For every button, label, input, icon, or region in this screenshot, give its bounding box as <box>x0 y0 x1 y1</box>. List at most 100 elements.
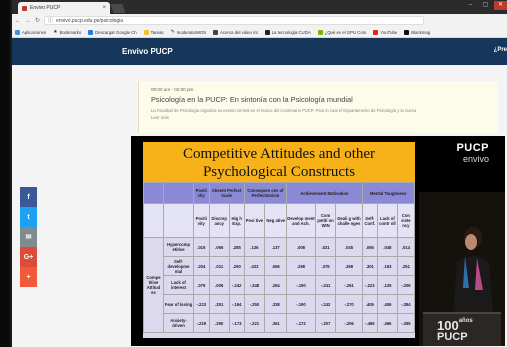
table-cell: .204 <box>193 256 210 276</box>
table-cell: -.206 <box>396 275 415 295</box>
bookmark-favicon-icon <box>404 29 410 35</box>
table-cell: .298 <box>335 256 363 276</box>
event-card: 09:00 am - 02:00 pm Psicología en la PUC… <box>138 81 498 133</box>
table-cell: .015 <box>193 237 210 257</box>
browser-toolbar: ← → ↻ ⓘ envivo.pucp.edu.pe/psicologia <box>12 14 507 27</box>
pucp-envivo-logo: PUCP envivo <box>456 142 489 164</box>
site-brand[interactable]: Envivo PUCP <box>122 47 173 56</box>
forward-icon[interactable]: → <box>25 18 31 24</box>
header-nav-link[interactable]: ¿Pre <box>494 47 507 53</box>
table-cell: .361 <box>264 313 288 333</box>
read-more-link[interactable]: Leer más <box>151 115 169 120</box>
table-cell: .048 <box>377 237 398 257</box>
table-row: Lack of interest .079 .006 -.242 -.348 .… <box>144 275 415 295</box>
sub-header: Com petiti on WIN <box>314 203 337 238</box>
url-text: envivo.pucp.edu.pe/psicologia <box>56 17 124 24</box>
group-header: Mental Toughness <box>361 182 415 204</box>
googleplus-share-button[interactable]: G+ <box>20 247 37 267</box>
bookmark-favicon-icon <box>213 29 219 35</box>
maximize-icon[interactable]: ▢ <box>479 1 492 10</box>
reload-icon[interactable]: ↻ <box>35 17 40 24</box>
tab-close-icon[interactable]: × <box>102 5 106 11</box>
new-tab-button[interactable] <box>110 4 126 13</box>
table-cell: -.384 <box>396 294 415 314</box>
sub-header: Positi vity <box>193 203 210 238</box>
minimize-icon[interactable]: – <box>464 1 477 10</box>
bookmark-item[interactable]: Aplicaciones <box>15 29 46 35</box>
close-window-icon[interactable]: ✕ <box>494 1 507 10</box>
star-icon: ★ <box>53 29 58 35</box>
sub-header: Self- Conf. <box>361 203 379 238</box>
table-cell: -.223 <box>193 294 210 314</box>
bookmark-item[interactable]: ★ Bookmarks <box>53 29 81 35</box>
table-cell: .014 <box>396 237 415 257</box>
bookmark-item[interactable]: Blackmag <box>404 29 430 35</box>
twitter-share-button[interactable]: t <box>20 207 37 227</box>
bookmark-item[interactable]: ✎ moderatorMOS <box>171 29 207 35</box>
presentation-slide: Competitive Attitudes and other Psycholo… <box>143 142 415 338</box>
sub-header: Lack of contr oll <box>377 203 398 238</box>
bookmark-item[interactable]: Acerca del video int <box>213 29 258 35</box>
table-cell: .298 <box>286 256 316 276</box>
bookmark-item[interactable]: YouTube <box>373 29 397 35</box>
sub-header: Con siste ncy <box>396 203 415 238</box>
site-favicon-icon <box>22 5 27 11</box>
speaker-camera-view: 100años PUCP <box>419 192 505 346</box>
browser-window: Envivo PUCP × – ▢ ✕ ← → ↻ ⓘ envivo.pucp.… <box>10 0 507 347</box>
group-header: Achievement Motivation <box>286 182 363 204</box>
table-cell: .065 <box>361 237 379 257</box>
sub-header: Deali g with challe nges <box>335 203 363 238</box>
more-icon: + <box>26 273 31 281</box>
table-cell: -.348 <box>243 275 266 295</box>
bookmark-item[interactable]: ¿Qué es el GPU Com <box>317 29 366 35</box>
video-player[interactable]: Competitive Attitudes and other Psycholo… <box>131 136 505 346</box>
event-title: Psicología en la PUCP: En sintonía con l… <box>151 95 353 104</box>
tab-strip: Envivo PUCP × – ▢ ✕ <box>12 0 507 14</box>
correlation-table: Positi vity Absent Perfect Scale Consequ… <box>143 182 415 333</box>
podium-logo: 100años PUCP <box>437 318 473 343</box>
table-cell: .251 <box>208 294 230 314</box>
table-cell: .021 <box>314 237 337 257</box>
group-header: Positi vity <box>193 182 210 204</box>
address-bar[interactable]: ⓘ envivo.pucp.edu.pe/psicologia <box>44 16 425 25</box>
sub-header: Posi tive <box>243 203 266 238</box>
back-icon[interactable]: ← <box>15 18 21 24</box>
table-cell: -.250 <box>243 294 266 314</box>
table-cell: -.270 <box>335 294 363 314</box>
sub-header: Discrep ancy <box>208 203 230 238</box>
row-label: Anxiety- driven <box>163 313 194 333</box>
table-cell: -.207 <box>314 313 337 333</box>
bookmark-item[interactable]: La tecnologia CUDA <box>264 29 311 35</box>
table-cell: .125 <box>377 275 398 295</box>
table-cell: -.172 <box>286 313 316 333</box>
browser-tab[interactable]: Envivo PUCP × <box>18 2 110 14</box>
podium: 100años PUCP <box>423 312 501 346</box>
bookmark-item[interactable]: Descargar Google Ch <box>88 29 137 35</box>
table-cell: .066 <box>264 256 288 276</box>
table-cell: .066 <box>208 237 230 257</box>
twitter-icon: t <box>27 213 30 221</box>
bookmark-favicon-icon <box>88 29 94 35</box>
facebook-icon: f <box>27 193 30 201</box>
table-cell: .466 <box>377 313 398 333</box>
table-cell: .301 <box>361 256 379 276</box>
table-row: Compe titive Attitud es Hypercomp etitiv… <box>143 237 415 333</box>
table-cell: .251 <box>396 256 415 276</box>
tab-title: Envivo PUCP <box>30 5 61 11</box>
email-share-button[interactable]: ✉ <box>20 227 37 247</box>
sub-header: Hig h Exp. <box>228 203 245 238</box>
table-group-header-row: Positi vity Absent Perfect Scale Consequ… <box>143 182 415 204</box>
row-label: Self- developme ntal <box>163 256 194 276</box>
sub-header: Develop ment and Ach. <box>286 203 316 238</box>
bookmark-item[interactable]: Tareas <box>143 29 164 35</box>
table-cell: .406 <box>377 294 398 314</box>
facebook-share-button[interactable]: f <box>20 187 37 207</box>
more-share-button[interactable]: + <box>20 267 37 287</box>
table-cell: .045 <box>335 237 363 257</box>
table-cell: -.241 <box>314 275 337 295</box>
folder-icon <box>143 29 149 35</box>
table-cell: .290 <box>228 256 245 276</box>
table-cell: .006 <box>208 275 230 295</box>
table-cell: -.395 <box>396 313 415 333</box>
table-cell: .136 <box>243 237 266 257</box>
